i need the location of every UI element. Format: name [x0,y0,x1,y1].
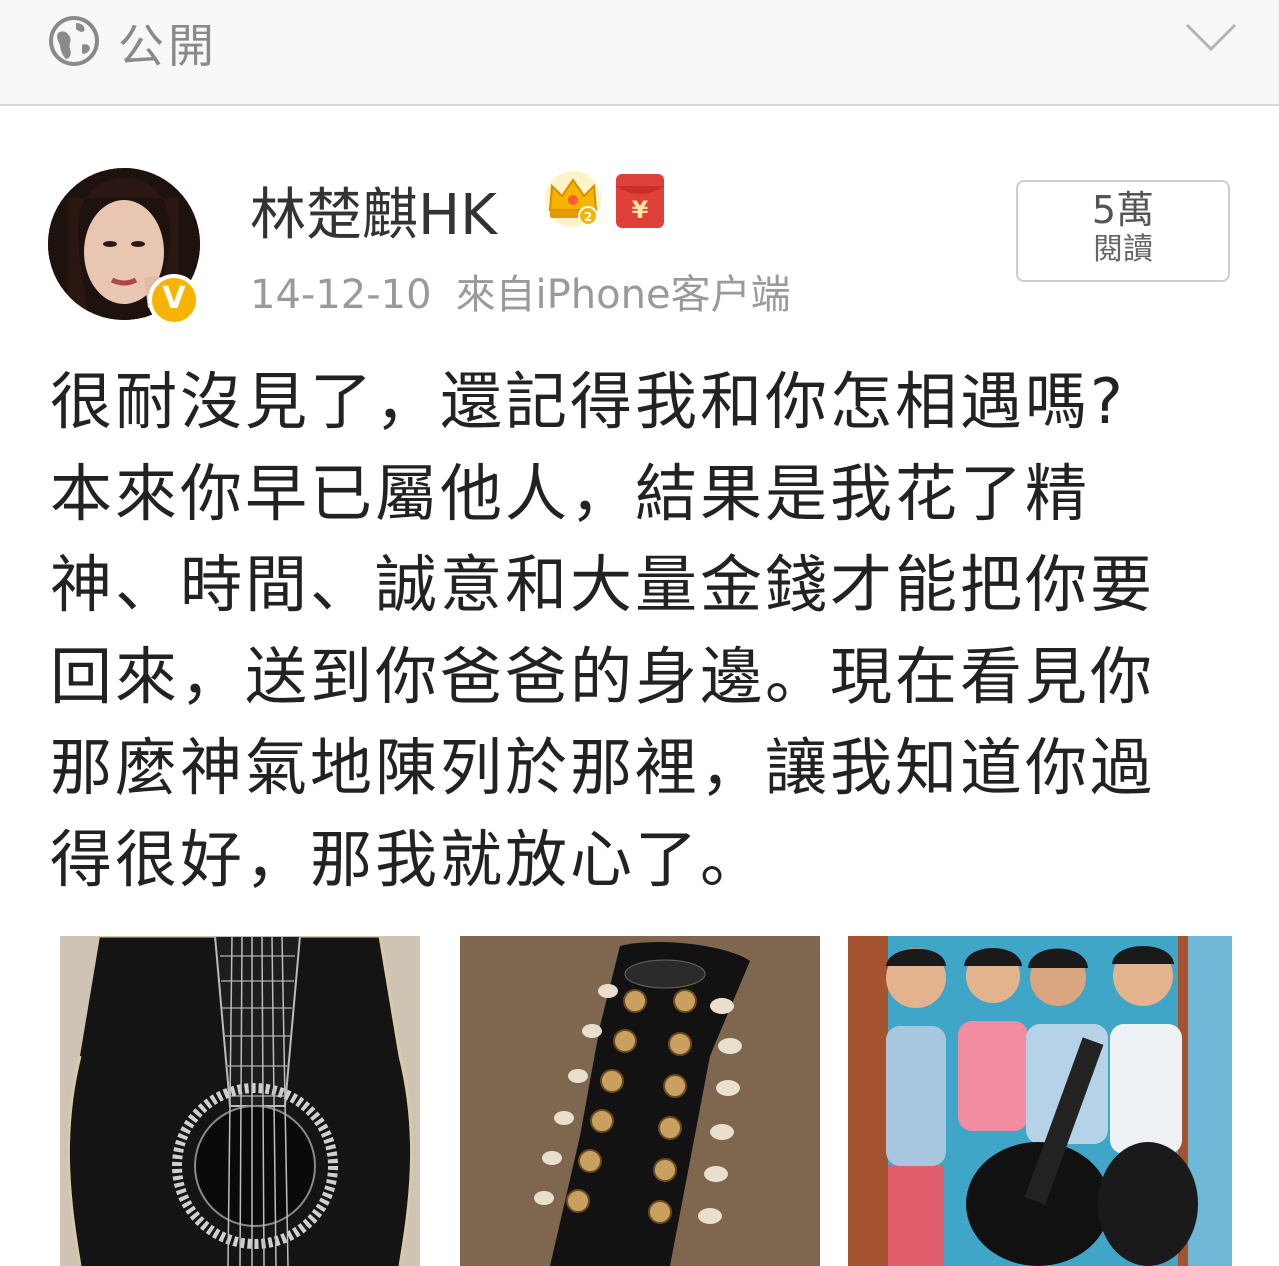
post-text-line: 回來，送到你爸爸的身邊。現在看見你 [50,639,1156,713]
band-photo[interactable] [848,936,1232,1266]
reads-count: 5萬 [1091,188,1155,232]
visibility-bar[interactable]: 公開 [0,0,1279,106]
globe-icon [49,16,99,66]
weibo-post: V 林楚麒HK 2 ¥ 14-12-10 來自iPhone客户端 5萬 閱讀 很耐… [0,106,1279,1266]
chevron-down-icon[interactable] [1184,20,1238,54]
vip-crown-icon[interactable]: 2 [542,168,604,230]
reads-label: 閱讀 [1093,232,1153,267]
post-text-line: 神、時間、誠意和大量金錢才能把你要 [50,548,1156,621]
svg-text:¥: ¥ [632,196,649,224]
visibility-label: 公開 [118,19,218,73]
red-envelope-icon[interactable]: ¥ [614,172,666,230]
post-text: 很耐沒見了，還記得我和你怎相遇嗎? 本來你早已屬他人，結果是我花了精 神、時間、… [50,356,1230,905]
verified-badge: V [148,274,200,326]
svg-text:2: 2 [584,210,592,224]
post-text-line: 很耐沒見了，還記得我和你怎相遇嗎? [50,365,1126,438]
post-text-line: 本來你早已屬他人，結果是我花了精 [50,456,1091,530]
post-source[interactable]: 來自iPhone客户端 [456,272,791,318]
post-date: 14-12-10 [250,272,432,318]
post-text-line: 得很好，那我就放心了。 [50,822,766,896]
guitar-body-photo[interactable] [60,936,420,1266]
guitar-headstock-photo[interactable] [460,936,820,1266]
reads-counter[interactable]: 5萬 閱讀 [1016,180,1230,282]
post-text-line: 那麼神氣地陳列於那裡，讓我知道你過 [50,731,1156,804]
post-meta: 14-12-10 來自iPhone客户端 [250,262,791,320]
author-name[interactable]: 林楚麒HK [250,170,497,251]
